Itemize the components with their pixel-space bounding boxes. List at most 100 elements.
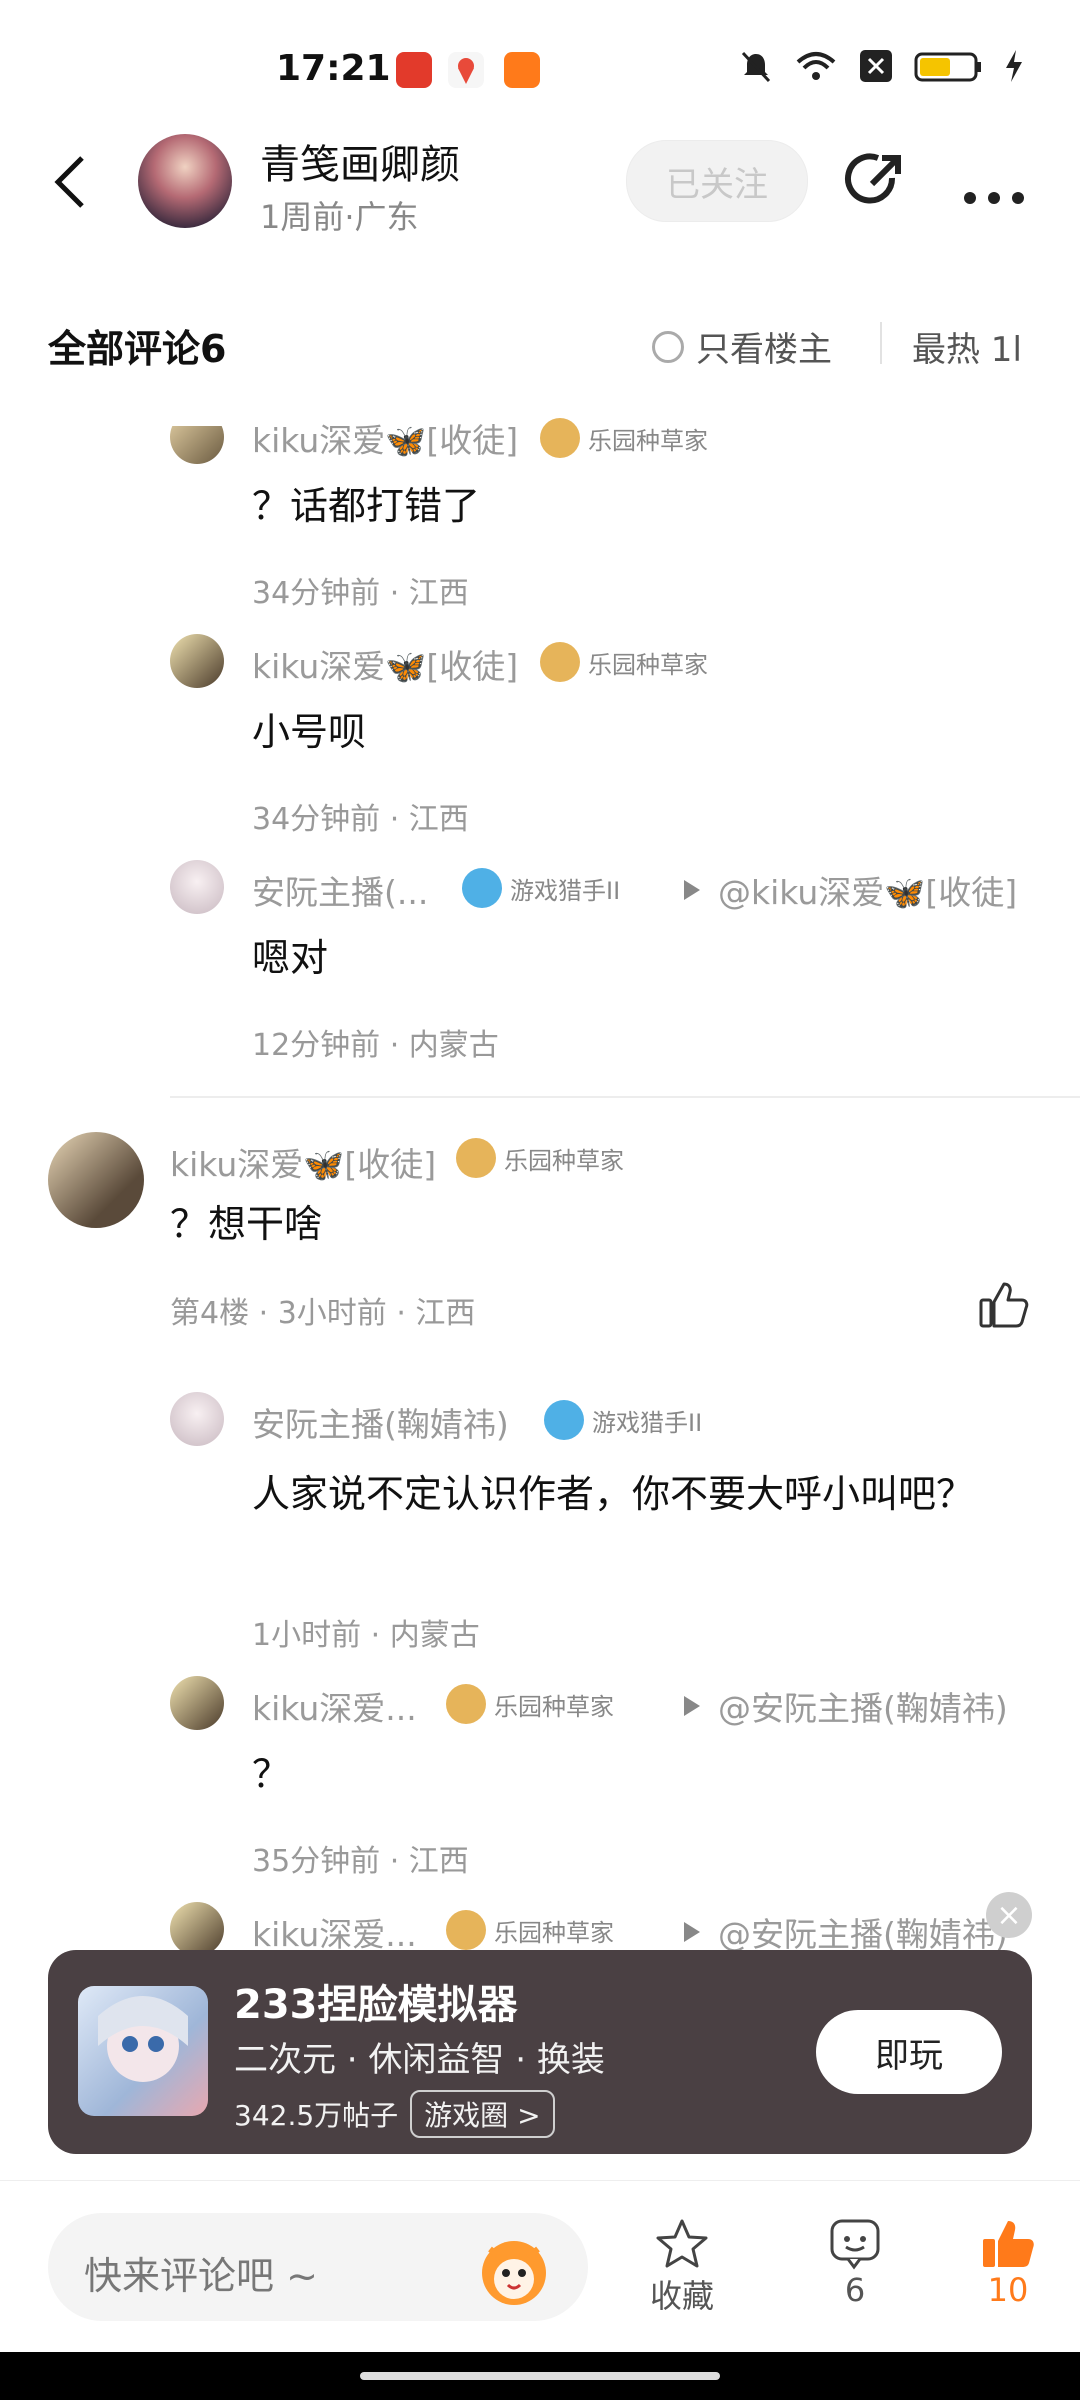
ad-game-thumbnail[interactable] <box>78 1986 208 2116</box>
more-icon[interactable] <box>962 170 1026 216</box>
badge-label: 乐园种草家 <box>494 1692 614 1721</box>
charging-icon <box>1006 50 1022 82</box>
back-icon[interactable] <box>50 150 90 225</box>
mute-icon <box>741 51 771 83</box>
author-name[interactable]: 青笺画卿颜 <box>260 132 460 190</box>
user-badge: 乐园种草家 <box>456 1138 624 1178</box>
badge-icon <box>540 642 580 682</box>
comment-input[interactable]: 快来评论吧 ~ <box>48 2213 588 2321</box>
user-badge: 乐园种草家 <box>446 1910 614 1950</box>
reply-user-name[interactable]: kiku深爱🦋[收徒] <box>252 640 518 688</box>
battery-icon <box>914 52 981 82</box>
user-badge: 乐园种草家 <box>540 642 708 682</box>
badge-label: 乐园种草家 <box>504 1146 624 1175</box>
badge-label: 乐园种草家 <box>494 1918 614 1947</box>
reply-meta: 35分钟前 · 江西 <box>252 1844 469 1879</box>
user-badge: 游戏猎手II <box>544 1400 702 1440</box>
reply-meta: 12分钟前 · 内蒙古 <box>252 1028 499 1063</box>
reply-arrow-icon <box>684 1696 700 1716</box>
divider <box>880 322 882 364</box>
divider <box>170 1096 1080 1098</box>
favorite-label: 收藏 <box>650 2277 715 2315</box>
status-time: 17:21 <box>276 48 391 89</box>
status-bar: 17:21 <box>0 0 1080 140</box>
star-icon <box>656 2219 708 2268</box>
comment-placeholder: 快来评论吧 ~ <box>84 2254 318 2298</box>
only-owner-label: 只看楼主 <box>696 330 832 370</box>
badge-label: 游戏猎手II <box>592 1408 703 1437</box>
reply-avatar[interactable] <box>170 1392 224 1446</box>
author-meta: 1周前·广东 <box>260 198 419 236</box>
no-sim-icon <box>860 50 892 82</box>
user-badge: 游戏猎手II <box>462 868 620 908</box>
badge-label: 游戏猎手II <box>510 876 621 905</box>
ad-stats: 342.5万帖子 游戏圈 > <box>234 2090 555 2138</box>
badge-icon <box>462 868 502 908</box>
badge-icon <box>540 418 580 458</box>
badge-icon <box>446 1684 486 1724</box>
reply-text: 嗯对 <box>252 936 329 980</box>
reply-meta: 34分钟前 · 江西 <box>252 576 469 611</box>
comment-text: ？想干啥 <box>170 1202 323 1246</box>
author-avatar[interactable] <box>138 134 232 228</box>
reply-meta: 34分钟前 · 江西 <box>252 802 469 837</box>
reply-text: ？ <box>252 1752 291 1796</box>
reply-to[interactable]: @kiku深爱🦋[收徒] <box>684 866 1017 914</box>
reply-to[interactable]: @安阮主播(鞠婧祎) <box>684 1682 1008 1730</box>
reply-to-user[interactable]: @kiku深爱🦋[收徒] <box>718 866 1017 914</box>
favorite-tab[interactable]: 收藏 <box>650 2217 714 2317</box>
reply-user-name[interactable]: kiku深爱🦋[收徒] <box>252 424 518 462</box>
reply-user-name[interactable]: kiku深爱... <box>252 1682 417 1730</box>
ad-banner[interactable]: 233捏脸模拟器 二次元 · 休闲益智 · 换装 342.5万帖子 游戏圈 > … <box>48 1950 1032 2154</box>
follow-button[interactable]: 已关注 <box>626 140 808 222</box>
thumb-up-icon <box>983 2221 1034 2267</box>
reply-to-user[interactable]: @安阮主播(鞠婧祎) <box>718 1908 1008 1956</box>
reply-user-name[interactable]: kiku深爱... <box>252 1908 417 1956</box>
game-circle-link[interactable]: 游戏圈 > <box>410 2090 555 2138</box>
badge-icon <box>446 1910 486 1950</box>
reply-arrow-icon <box>684 880 700 900</box>
reply-meta: 1小时前 · 内蒙古 <box>252 1618 480 1653</box>
mascot-emoji-icon[interactable] <box>472 2227 556 2311</box>
comment-user-name[interactable]: kiku深爱🦋[收徒] <box>170 1138 436 1186</box>
reply-user-name[interactable]: 安阮主播(鞠婧祎) <box>252 1398 509 1446</box>
reply-user-name[interactable]: 安阮主播(... <box>252 866 428 914</box>
comment-avatar[interactable] <box>48 1132 144 1228</box>
reply-avatar[interactable] <box>170 1902 224 1956</box>
play-now-button[interactable]: 即玩 <box>816 2010 1002 2094</box>
comment-icon <box>830 2219 880 2270</box>
like-count: 10 <box>987 2271 1029 2309</box>
badge-label: 乐园种草家 <box>588 426 708 455</box>
reply-avatar[interactable] <box>170 634 224 688</box>
bottom-bar: 快来评论吧 ~ 收藏 6 10 <box>0 2180 1080 2353</box>
like-icon[interactable] <box>978 1280 1030 1330</box>
user-badge: 乐园种草家 <box>446 1684 614 1724</box>
reply-avatar[interactable] <box>170 426 224 464</box>
ad-post-count: 342.5万帖子 <box>234 2099 399 2132</box>
reply-avatar[interactable] <box>170 860 224 914</box>
only-owner-toggle[interactable]: 只看楼主 <box>652 322 832 371</box>
reply-avatar[interactable] <box>170 1676 224 1730</box>
reply-arrow-icon <box>684 1922 700 1942</box>
badge-label: 乐园种草家 <box>588 650 708 679</box>
badge-icon <box>456 1138 496 1178</box>
user-badge: 乐园种草家 <box>540 418 708 458</box>
like-tab[interactable]: 10 <box>980 2217 1036 2309</box>
reply-text: 人家说不定认识作者，你不要大呼小叫吧？ <box>252 1472 975 1516</box>
reply-to[interactable]: @安阮主播(鞠婧祎) <box>684 1908 1008 1956</box>
reply-to-user[interactable]: @安阮主播(鞠婧祎) <box>718 1682 1008 1730</box>
close-icon[interactable]: × <box>986 1892 1032 1938</box>
toutiao-app-icon <box>396 52 432 88</box>
share-icon[interactable] <box>842 144 912 214</box>
ad-tags: 二次元 · 休闲益智 · 换装 <box>234 2040 605 2080</box>
comment-count: 6 <box>844 2271 866 2309</box>
video-app-icon <box>504 52 540 88</box>
ad-title[interactable]: 233捏脸模拟器 <box>234 1972 518 2030</box>
comment-meta: 第4楼 · 3小时前 · 江西 <box>170 1296 476 1331</box>
comment-tab[interactable]: 6 <box>828 2217 882 2309</box>
reply-text: 小号呗 <box>252 710 367 754</box>
map-app-icon <box>448 52 484 88</box>
radio-icon[interactable] <box>652 330 684 363</box>
home-indicator[interactable] <box>360 2372 720 2380</box>
sort-selector[interactable]: 最热 1l <box>912 322 1022 371</box>
